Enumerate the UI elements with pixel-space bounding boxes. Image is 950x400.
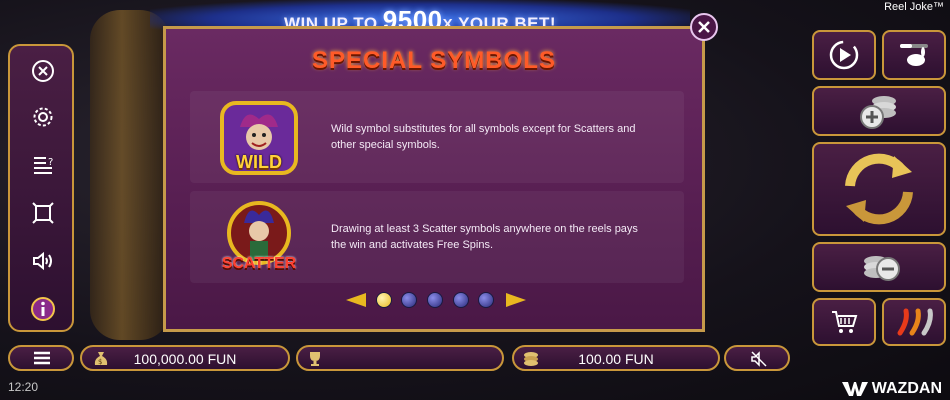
- paytable-button[interactable]: ?: [28, 150, 58, 180]
- fullscreen-icon: [32, 202, 54, 224]
- symbol-row-scatter: SCATTER Drawing at least 3 Scatter symbo…: [190, 191, 684, 283]
- info-dialog: SPECIAL SYMBOLS WILD Wild symbol substit…: [163, 26, 705, 332]
- spin-button[interactable]: [812, 142, 946, 236]
- settings-button[interactable]: [28, 102, 58, 132]
- wild-description: Wild symbol substitutes for all symbols …: [331, 123, 636, 151]
- gear-icon: [33, 107, 53, 127]
- prev-page-button[interactable]: [344, 291, 368, 309]
- page-dot[interactable]: [376, 292, 392, 308]
- brand-logo: WAZDAN: [841, 380, 942, 398]
- balance-display: $ 100,000.00 FUN: [80, 345, 290, 371]
- wild-symbol: WILD: [216, 97, 302, 177]
- bet-increase-button[interactable]: [812, 86, 946, 136]
- balance-value: 100,000.00 FUN: [133, 351, 237, 367]
- mute-icon: [751, 351, 767, 367]
- left-menu-panel: ?: [8, 44, 74, 332]
- page-dot[interactable]: [427, 292, 443, 308]
- chili-icon: [897, 308, 933, 336]
- game-title: Reel Joke™: [884, 1, 944, 13]
- scatter-description: Drawing at least 3 Scatter symbols anywh…: [331, 223, 638, 251]
- wild-label: WILD: [236, 152, 282, 172]
- trophy-icon: [310, 352, 320, 366]
- shop-button[interactable]: [812, 298, 876, 346]
- svg-text:?: ?: [48, 157, 53, 168]
- next-page-button[interactable]: [504, 291, 528, 309]
- win-display: [296, 345, 504, 371]
- paytable-icon: ?: [34, 157, 53, 174]
- wazdan-logo-icon: [841, 382, 868, 396]
- chili-feature-button[interactable]: [882, 298, 946, 346]
- scatter-label: SCATTER: [221, 255, 297, 272]
- spin-icon: [845, 153, 913, 225]
- brand-name: WAZDAN: [871, 380, 942, 397]
- close-icon: [32, 60, 54, 82]
- autoplay-icon: [829, 40, 859, 70]
- dialog-title: SPECIAL SYMBOLS: [312, 47, 556, 74]
- status-clock: 12:20: [8, 380, 39, 394]
- scatter-symbol: SCATTER: [216, 197, 302, 277]
- sound-button[interactable]: [28, 246, 58, 276]
- bet-value: 100.00 FUN: [578, 351, 654, 367]
- page-dot[interactable]: [453, 292, 469, 308]
- info-button[interactable]: [28, 294, 58, 324]
- page-dot[interactable]: [401, 292, 417, 308]
- cart-icon: [832, 311, 858, 333]
- pagination: [344, 289, 526, 309]
- symbol-row-wild: WILD Wild symbol substitutes for all sym…: [190, 91, 684, 183]
- close-menu-button[interactable]: [28, 56, 58, 86]
- sound-icon: [33, 251, 52, 271]
- bet-display: 100.00 FUN: [512, 345, 720, 371]
- close-dialog-button[interactable]: [690, 13, 718, 41]
- fullscreen-button[interactable]: [28, 198, 58, 228]
- mute-button[interactable]: [724, 345, 790, 371]
- close-icon: [698, 21, 710, 33]
- rabbit-icon: [900, 44, 928, 66]
- page-dot[interactable]: [478, 292, 494, 308]
- bet-decrease-button[interactable]: [812, 242, 946, 292]
- info-icon: [31, 297, 55, 321]
- menu-icon: [34, 351, 50, 365]
- reel-frame: [90, 10, 170, 340]
- autoplay-button[interactable]: [812, 30, 876, 80]
- coins-minus-icon: [864, 256, 900, 281]
- turbo-button[interactable]: [882, 30, 946, 80]
- menu-toggle-button[interactable]: [8, 345, 74, 371]
- coins-plus-icon: [860, 96, 896, 129]
